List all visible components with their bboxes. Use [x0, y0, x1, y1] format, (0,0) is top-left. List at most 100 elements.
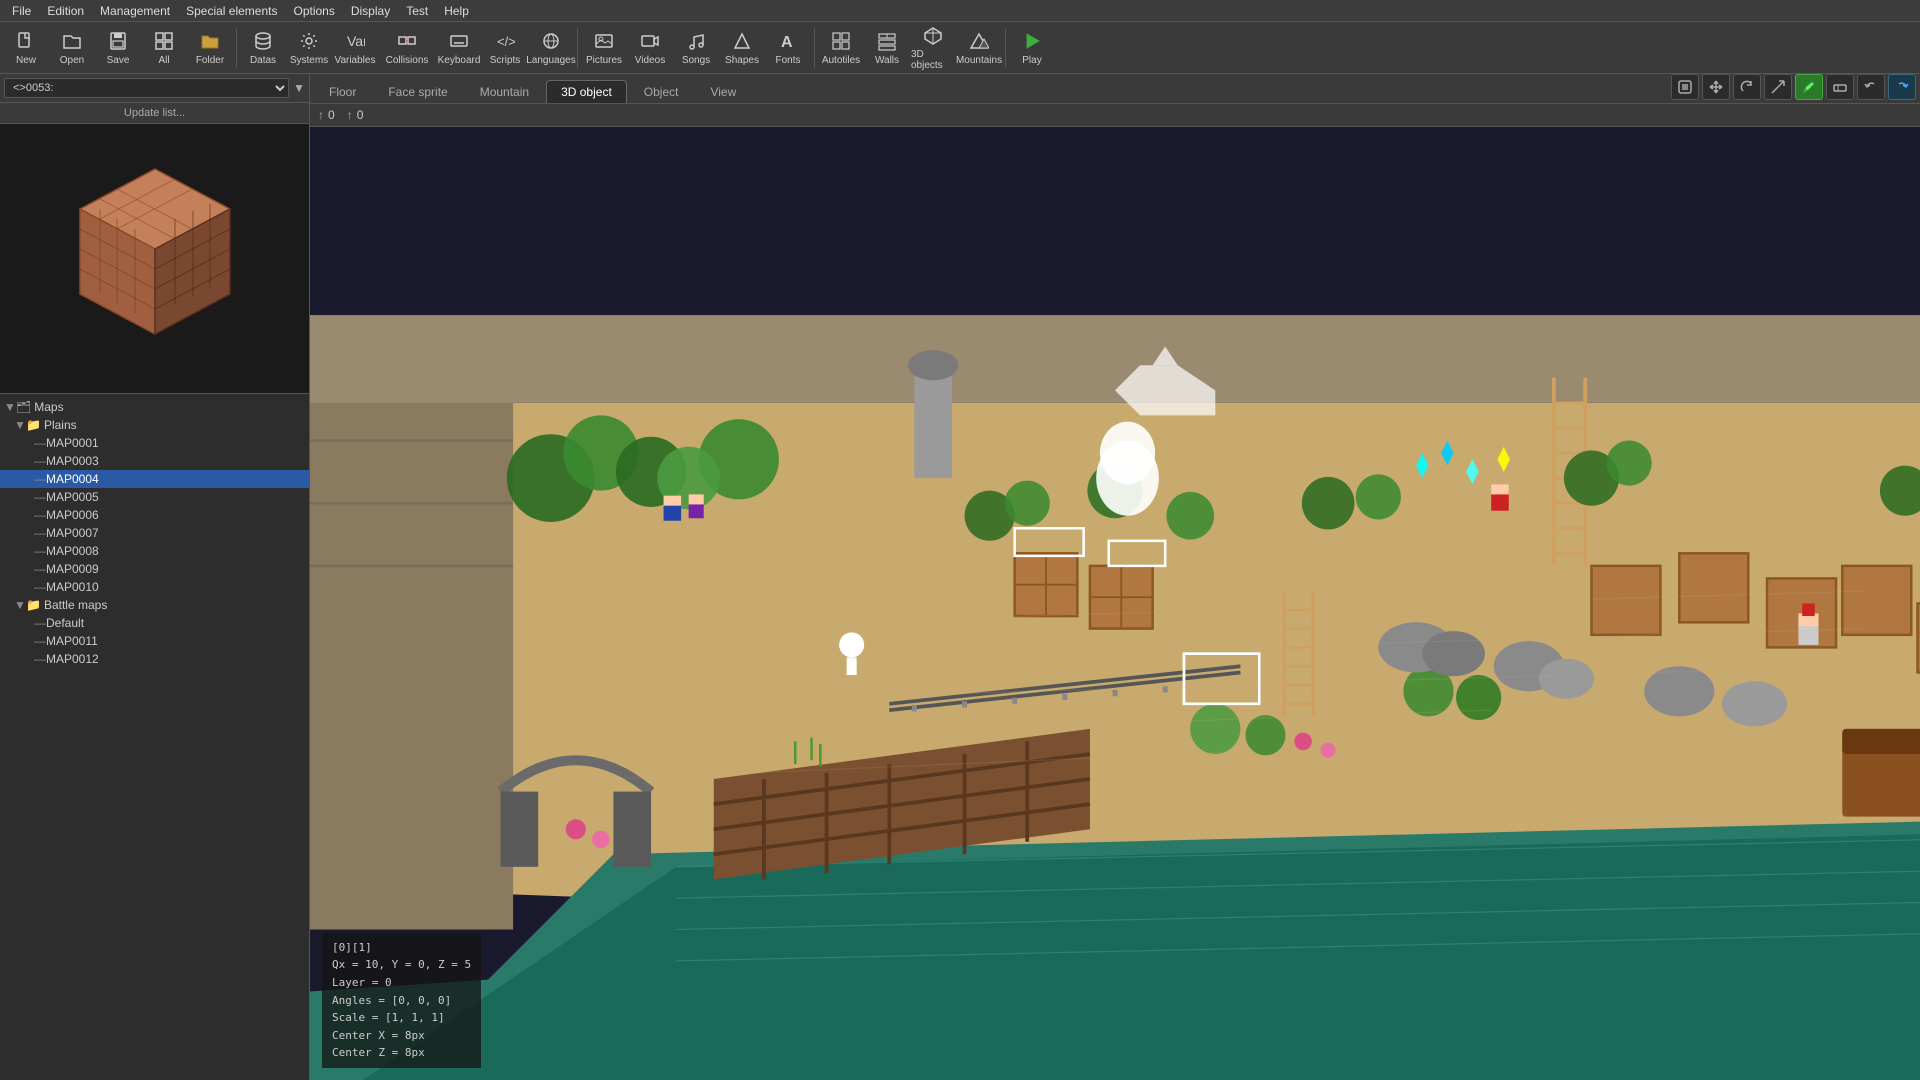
keyboard-icon — [447, 29, 471, 53]
languages-button[interactable]: Languages — [529, 25, 573, 71]
systems-label: Systems — [290, 55, 328, 66]
menu-display[interactable]: Display — [343, 2, 398, 20]
systems-button[interactable]: Systems — [287, 25, 331, 71]
songs-label: Songs — [682, 55, 710, 66]
new-button[interactable]: New — [4, 25, 48, 71]
tab-face-sprite[interactable]: Face sprite — [373, 80, 462, 103]
tree-map0011[interactable]: — MAP0011 — [0, 632, 309, 650]
pictures-button[interactable]: Pictures — [582, 25, 626, 71]
new-icon — [14, 29, 38, 53]
tree-map0008-label: MAP0008 — [46, 544, 99, 558]
tree-map0008[interactable]: — MAP0008 — [0, 542, 309, 560]
draw-tool-button[interactable] — [1795, 74, 1823, 100]
svg-text:Var: Var — [347, 33, 365, 49]
redo-tool-button[interactable] — [1888, 74, 1916, 100]
toggle-battlemaps: ▼ — [14, 598, 24, 612]
folder-icon — [198, 29, 222, 53]
folder-maps-icon: 🗂 — [16, 400, 31, 414]
folder-button[interactable]: Folder — [188, 25, 232, 71]
menu-special-elements[interactable]: Special elements — [178, 2, 285, 20]
tree-map0001[interactable]: — MAP0001 — [0, 434, 309, 452]
tree-map0007[interactable]: — MAP0007 — [0, 524, 309, 542]
update-list-button[interactable]: Update list... — [0, 103, 309, 124]
tree-map0004[interactable]: — MAP0004 — [0, 470, 309, 488]
arrow-2-value: 0 — [357, 108, 364, 122]
menu-file[interactable]: File — [4, 2, 39, 20]
tab-mountain[interactable]: Mountain — [465, 80, 544, 103]
select-tool-button[interactable] — [1671, 74, 1699, 100]
play-label: Play — [1022, 55, 1041, 66]
mountains-button[interactable]: Mountains — [957, 25, 1001, 71]
tree-map0006[interactable]: — MAP0006 — [0, 506, 309, 524]
3dobjects-button[interactable]: 3D objects — [911, 25, 955, 71]
tree-default[interactable]: — Default — [0, 614, 309, 632]
toggle-map0003: — — [34, 454, 44, 468]
tree-map0003[interactable]: — MAP0003 — [0, 452, 309, 470]
rotate-tool-button[interactable] — [1733, 74, 1761, 100]
erase-tool-button[interactable] — [1826, 74, 1854, 100]
save-icon — [106, 29, 130, 53]
walls-label: Walls — [875, 55, 899, 66]
coord-line6: Center X = 8px — [332, 1027, 471, 1045]
coord-line7: Center Z = 8px — [332, 1044, 471, 1062]
main-layout: <>0053: ▼ Update list... — [0, 74, 1920, 1080]
open-button[interactable]: Open — [50, 25, 94, 71]
songs-button[interactable]: Songs — [674, 25, 718, 71]
variables-button[interactable]: Var Variables — [333, 25, 377, 71]
videos-button[interactable]: Videos — [628, 25, 672, 71]
datas-label: Datas — [250, 55, 276, 66]
coord-line2: Qx = 10, Y = 0, Z = 5 — [332, 956, 471, 974]
tree-view: ▼ 🗂 Maps ▼ 📁 Plains — MAP0001 — MAP0003 — [0, 394, 309, 1080]
map-viewport — [310, 127, 1920, 1080]
tab-floor[interactable]: Floor — [314, 80, 371, 103]
toggle-map0008: — — [34, 544, 44, 558]
map-canvas[interactable]: [0][1] Qx = 10, Y = 0, Z = 5 Layer = 0 A… — [310, 127, 1920, 1080]
fonts-label: Fonts — [775, 55, 800, 66]
menu-options[interactable]: Options — [285, 2, 342, 20]
tab-view[interactable]: View — [695, 80, 751, 103]
collisions-icon — [395, 29, 419, 53]
folder-label: Folder — [196, 55, 224, 66]
coord-line5: Scale = [1, 1, 1] — [332, 1009, 471, 1027]
menu-help[interactable]: Help — [436, 2, 477, 20]
autotiles-button[interactable]: Autotiles — [819, 25, 863, 71]
collisions-button[interactable]: Collisions — [379, 25, 435, 71]
keyboard-label: Keyboard — [438, 55, 481, 66]
move-tool-button[interactable] — [1702, 74, 1730, 100]
tab-bar: Floor Face sprite Mountain 3D object Obj… — [310, 74, 1920, 104]
toggle-map0005: — — [34, 490, 44, 504]
play-button[interactable]: Play — [1010, 25, 1054, 71]
fonts-button[interactable]: A Fonts — [766, 25, 810, 71]
keyboard-button[interactable]: Keyboard — [437, 25, 481, 71]
new-label: New — [16, 55, 36, 66]
tree-map0004-label: MAP0004 — [46, 472, 99, 486]
tree-map0009[interactable]: — MAP0009 — [0, 560, 309, 578]
tab-3d-object[interactable]: 3D object — [546, 80, 627, 103]
tab-object[interactable]: Object — [629, 80, 694, 103]
arrows-bar: ↑ 0 ↑ 0 — [310, 104, 1920, 127]
tree-map0005[interactable]: — MAP0005 — [0, 488, 309, 506]
shapes-button[interactable]: Shapes — [720, 25, 764, 71]
variables-label: Variables — [335, 55, 376, 66]
scripts-button[interactable]: </> Scripts — [483, 25, 527, 71]
scale-tool-button[interactable] — [1764, 74, 1792, 100]
tree-default-label: Default — [46, 616, 84, 630]
tree-battlemaps-folder[interactable]: ▼ 📁 Battle maps — [0, 596, 309, 614]
tree-map0012[interactable]: — MAP0012 — [0, 650, 309, 668]
tree-map0010[interactable]: — MAP0010 — [0, 578, 309, 596]
mountains-icon — [967, 29, 991, 53]
map-selector-dropdown[interactable]: <>0053: — [4, 78, 289, 98]
toggle-plains: ▼ — [14, 418, 24, 432]
save-button[interactable]: Save — [96, 25, 140, 71]
all-button[interactable]: All — [142, 25, 186, 71]
walls-button[interactable]: Walls — [865, 25, 909, 71]
play-icon — [1020, 29, 1044, 53]
menu-edition[interactable]: Edition — [39, 2, 92, 20]
datas-button[interactable]: Datas — [241, 25, 285, 71]
menu-test[interactable]: Test — [398, 2, 436, 20]
menu-management[interactable]: Management — [92, 2, 178, 20]
undo-tool-button[interactable] — [1857, 74, 1885, 100]
coord-line4: Angles = [0, 0, 0] — [332, 992, 471, 1010]
tree-plains-folder[interactable]: ▼ 📁 Plains — [0, 416, 309, 434]
tree-root-maps[interactable]: ▼ 🗂 Maps — [0, 398, 309, 416]
